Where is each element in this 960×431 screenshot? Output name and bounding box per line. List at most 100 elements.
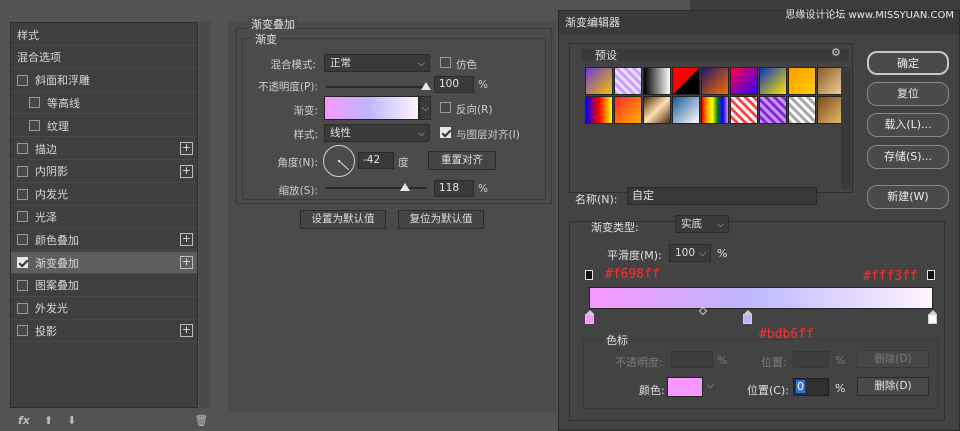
style-item-checkbox[interactable] [17,257,28,268]
preset-swatch[interactable] [759,67,787,95]
align-with-layer-checkbox[interactable] [440,127,451,138]
color-swatch[interactable] [667,377,703,397]
presets-header [581,49,849,61]
style-item-checkbox[interactable] [17,211,28,223]
preset-swatch[interactable] [788,96,816,124]
preset-swatch[interactable] [643,67,671,95]
gradient-type-select[interactable]: 实底 ⌵ [675,215,729,233]
gradient-preview[interactable] [324,96,419,120]
color-stop-middle[interactable] [743,310,753,324]
style-item[interactable]: 光泽 [11,206,197,229]
gradient-type-label: 渐变类型: [591,221,639,234]
gradient-overlay-panel: 渐变叠加 渐变 混合模式: 正常 ⌵ 仿色 不透明度(P): 100 % 渐变:… [228,16,556,412]
preset-swatch[interactable] [672,96,700,124]
style-item-checkbox[interactable] [17,234,28,246]
gradient-label: 渐变: [293,105,318,117]
scale-input[interactable]: 118 [434,180,474,197]
preset-swatch[interactable] [701,67,729,95]
preset-swatch[interactable] [585,96,613,124]
save-button[interactable]: 存储(S)... [867,145,949,169]
chevron-down-icon: ⌵ [422,104,429,114]
gradient-bar[interactable] [589,287,933,309]
style-item-checkbox[interactable] [17,74,28,86]
style-item[interactable]: 渐变叠加 + [11,252,197,274]
add-effect-icon[interactable]: + [180,142,193,155]
presets-scrollbar[interactable] [841,67,851,189]
ok-button[interactable]: 确定 [867,51,949,75]
style-item[interactable]: 样式 [11,24,197,46]
chevron-down-icon[interactable]: ⌵ [707,381,714,391]
style-item[interactable]: 投影 + [11,320,197,343]
scale-slider-thumb[interactable] [400,183,410,191]
color-stop-right[interactable] [928,310,937,324]
style-item[interactable]: 纹理 [11,115,197,138]
fx-icon[interactable]: fx [18,414,30,427]
presets-label: 预设 [595,49,617,62]
preset-swatch[interactable] [585,67,613,95]
style-item[interactable]: 描边 + [11,138,197,160]
preset-swatch[interactable] [730,67,758,95]
preset-swatch[interactable] [614,96,642,124]
opacity-slider-thumb[interactable] [421,82,431,90]
style-item[interactable]: 斜面和浮雕 [11,70,197,92]
annotation-left-color: #f698ff [605,267,660,282]
add-effect-icon[interactable]: + [180,324,193,338]
color-position-input[interactable]: 0 [793,378,829,396]
opacity-stop-left[interactable] [585,270,593,280]
new-button[interactable]: 新建(W) [867,185,949,209]
reset-alignment-button[interactable]: 重置对齐 [428,151,496,170]
smoothness-select[interactable]: 100 ⌵ [669,244,711,262]
add-effect-icon[interactable]: + [180,233,193,247]
angle-dial[interactable] [322,144,356,178]
style-item[interactable]: 颜色叠加 + [11,229,197,252]
style-item-checkbox[interactable] [17,302,28,314]
blend-mode-select[interactable]: 正常 ⌵ [324,54,430,72]
gradient-dropdown[interactable]: ⌵ [419,96,431,120]
style-item-checkbox[interactable] [29,97,40,109]
style-item-checkbox[interactable] [17,143,28,154]
reset-button[interactable]: 复位 [867,82,949,106]
style-item-checkbox[interactable] [29,120,40,132]
color-stop-left[interactable] [585,310,594,324]
style-item[interactable]: 内阴影 + [11,161,197,183]
move-down-icon[interactable]: ⬇ [67,414,76,427]
dither-checkbox[interactable] [440,57,451,68]
opacity-slider-track[interactable] [326,86,426,88]
style-item-checkbox[interactable] [17,279,28,291]
style-item[interactable]: 内发光 [11,184,197,206]
style-item-checkbox[interactable] [17,325,28,337]
preset-swatch[interactable] [759,96,787,124]
style-item[interactable]: 等高线 [11,92,197,115]
name-input[interactable]: 自定 [627,187,817,205]
trash-icon[interactable]: 🗑 [194,414,208,427]
load-button[interactable]: 载入(L)... [867,113,949,137]
style-item[interactable]: 图案叠加 [11,275,197,297]
gear-icon[interactable]: ⚙ [831,46,841,59]
angle-input[interactable]: -42 [358,152,394,169]
chevron-down-icon: ⌵ [699,249,706,259]
style-item-checkbox[interactable] [17,165,28,177]
dither-label: 仿色 [456,59,477,71]
opacity-input[interactable]: 100 [434,76,474,93]
stop-opacity-input [671,351,713,368]
add-effect-icon[interactable]: + [180,256,193,269]
move-up-icon[interactable]: ⬆ [44,414,53,427]
scale-slider-track[interactable] [326,187,426,189]
preset-swatch[interactable] [701,96,729,124]
style-select[interactable]: 线性 ⌵ [324,124,430,142]
set-default-button[interactable]: 设置为默认值 [300,210,386,229]
add-effect-icon[interactable]: + [180,164,193,178]
opacity-stop-right[interactable] [927,270,935,280]
reset-default-button[interactable]: 复位为默认值 [398,210,484,229]
style-item[interactable]: 混合选项 [11,47,197,69]
style-item[interactable]: 外发光 [11,298,197,320]
delete-color-button[interactable]: 删除(D) [857,377,929,396]
style-item-checkbox[interactable] [17,188,28,200]
preset-swatch[interactable] [614,67,642,95]
preset-swatch[interactable] [672,67,700,95]
reverse-checkbox[interactable] [440,102,451,113]
preset-swatch[interactable] [643,96,671,124]
preset-swatch[interactable] [788,67,816,95]
list-scrollbar[interactable] [199,22,211,408]
preset-swatch[interactable] [730,96,758,124]
